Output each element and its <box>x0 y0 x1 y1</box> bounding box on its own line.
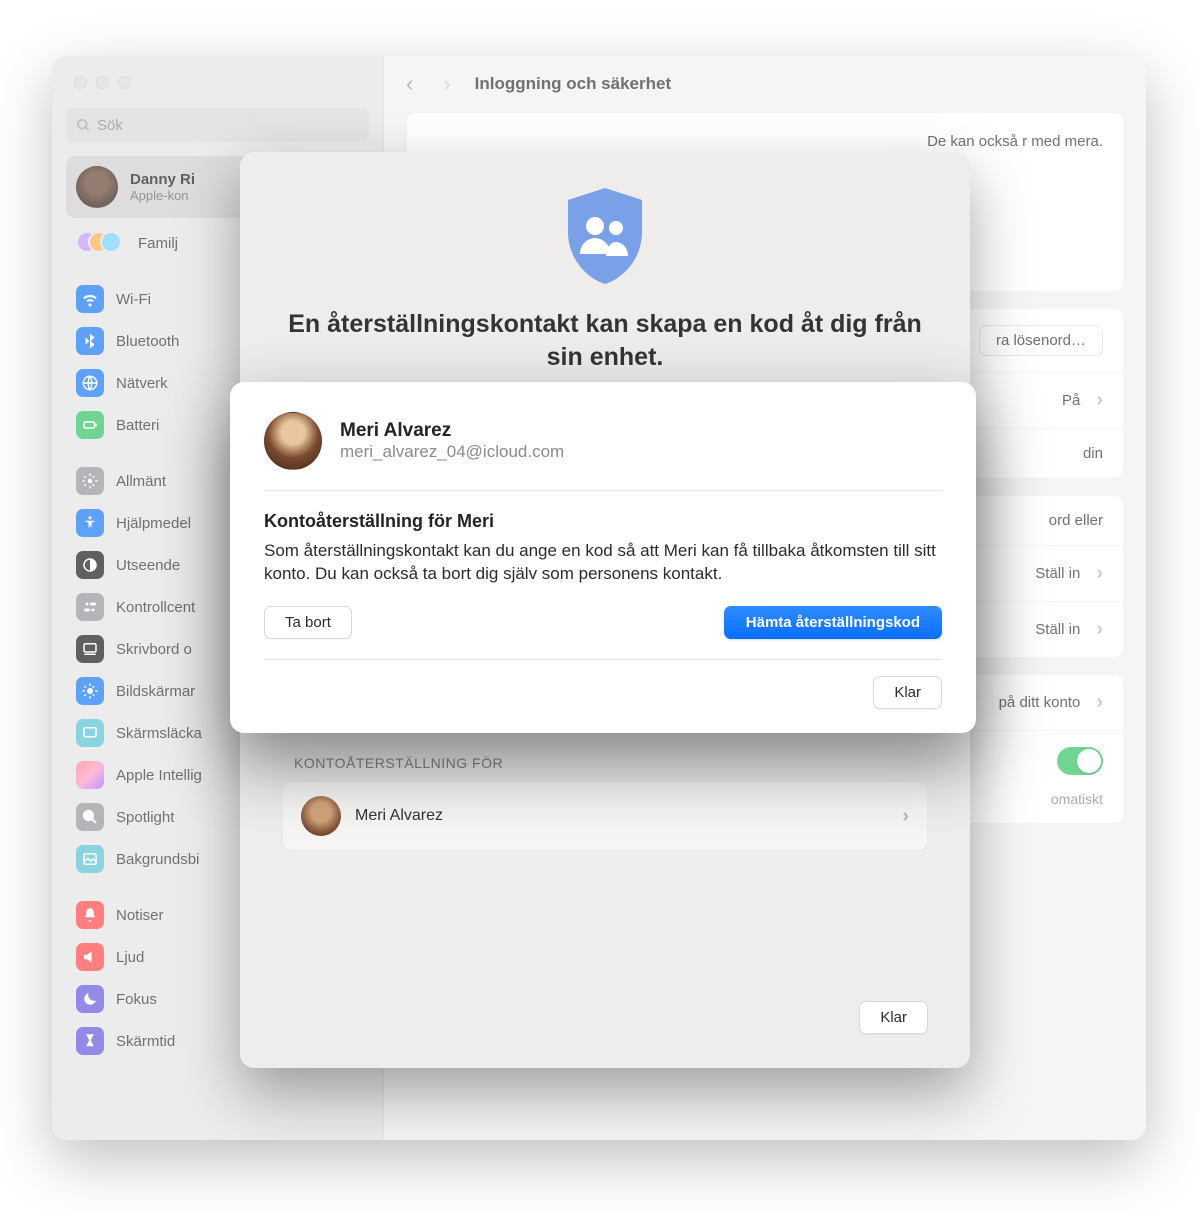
speaker-icon <box>76 943 104 971</box>
gear-icon <box>76 467 104 495</box>
sidebar-item-label: Skrivbord o <box>116 641 192 658</box>
controlcenter-icon <box>76 593 104 621</box>
close-traffic-light[interactable] <box>74 76 87 89</box>
contact-name: Meri Alvarez <box>355 807 443 825</box>
change-password-button[interactable]: ra lösenord… <box>979 325 1103 356</box>
bell-icon <box>76 901 104 929</box>
search-placeholder: Sök <box>97 117 123 134</box>
section-label: KONTOÅTERSTÄLLNING FÖR <box>294 755 936 771</box>
hourglass-icon <box>76 1027 104 1055</box>
accessibility-icon <box>76 509 104 537</box>
dialog-body: Som återställningskontakt kan du ange en… <box>264 540 942 586</box>
remove-button[interactable]: Ta bort <box>264 606 352 639</box>
sidebar-item-label: Kontrollcent <box>116 599 195 616</box>
account-text: Danny Ri Apple-kon <box>130 171 195 203</box>
account-name: Danny Ri <box>130 171 195 188</box>
appearance-icon <box>76 551 104 579</box>
shield-people-icon <box>560 186 650 286</box>
chevron-right-icon: › <box>1096 562 1103 585</box>
sidebar-item-label: Bakgrundsbi <box>116 851 199 868</box>
search-input[interactable]: Sök <box>66 108 369 142</box>
sidebar-item-label: Allmänt <box>116 473 166 490</box>
dialog-done-button[interactable]: Klar <box>873 676 942 709</box>
sidebar-item-label: Notiser <box>116 907 164 924</box>
wallpaper-icon <box>76 845 104 873</box>
family-icon <box>76 229 126 257</box>
dialog-avatar <box>264 412 322 470</box>
account-sub: Apple-kon <box>130 188 195 203</box>
contact-row[interactable]: Meri Alvarez › <box>282 781 928 851</box>
sidebar-item-label: Ljud <box>116 949 144 966</box>
search-icon <box>76 118 91 133</box>
recovery-dialog: Meri Alvarez meri_alvarez_04@icloud.com … <box>230 382 976 733</box>
sidebar-item-label: Batteri <box>116 417 159 434</box>
bluetooth-icon <box>76 327 104 355</box>
chevron-right-icon: › <box>1096 618 1103 641</box>
minimize-traffic-light[interactable] <box>96 76 109 89</box>
screensaver-icon <box>76 719 104 747</box>
sidebar-item-label: Hjälpmedel <box>116 515 191 532</box>
sidebar-item-label: Spotlight <box>116 809 174 826</box>
sidebar-item-label: Fokus <box>116 991 157 1008</box>
window-titlebar <box>52 56 1146 108</box>
sidebar-item-label: Bildskärmar <box>116 683 195 700</box>
sidebar-item-label: Wi-Fi <box>116 291 151 308</box>
sidebar-item-label: Utseende <box>116 557 180 574</box>
chevron-right-icon: › <box>1096 389 1103 412</box>
sheet-done-button[interactable]: Klar <box>859 1001 928 1034</box>
account-avatar <box>76 166 118 208</box>
desktop-icon <box>76 635 104 663</box>
dialog-name: Meri Alvarez <box>340 420 564 442</box>
sheet-title: En återställningskontakt kan skapa en ko… <box>274 308 936 373</box>
sidebar-item-label: Apple Intellig <box>116 767 202 784</box>
sidebar-item-label: Skärmtid <box>116 1033 175 1050</box>
wifi-icon <box>76 285 104 313</box>
sidebar-item-label: Familj <box>138 235 178 252</box>
status-on: På <box>1062 392 1080 409</box>
sidebar-item-label: Nätverk <box>116 375 168 392</box>
intro-text: De kan också r med mera. <box>927 131 1103 152</box>
auto-toggle[interactable] <box>1057 747 1103 775</box>
dialog-subtitle: Kontoåterställning för Meri <box>264 511 942 532</box>
ai-icon <box>76 761 104 789</box>
sun-icon <box>76 677 104 705</box>
globe-icon <box>76 369 104 397</box>
battery-icon <box>76 411 104 439</box>
contact-avatar <box>301 796 341 836</box>
settings-window: Sök Danny Ri Apple-kon Familj Wi-Fi Blue… <box>52 56 1146 1140</box>
chevron-right-icon: › <box>1096 691 1103 714</box>
moon-icon <box>76 985 104 1013</box>
get-recovery-code-button[interactable]: Hämta återställningskod <box>724 606 942 639</box>
dialog-email: meri_alvarez_04@icloud.com <box>340 442 564 462</box>
spotlight-icon <box>76 803 104 831</box>
sidebar-item-label: Bluetooth <box>116 333 179 350</box>
chevron-right-icon: › <box>902 805 909 828</box>
sidebar-item-label: Skärmsläcka <box>116 725 202 742</box>
zoom-traffic-light[interactable] <box>118 76 131 89</box>
